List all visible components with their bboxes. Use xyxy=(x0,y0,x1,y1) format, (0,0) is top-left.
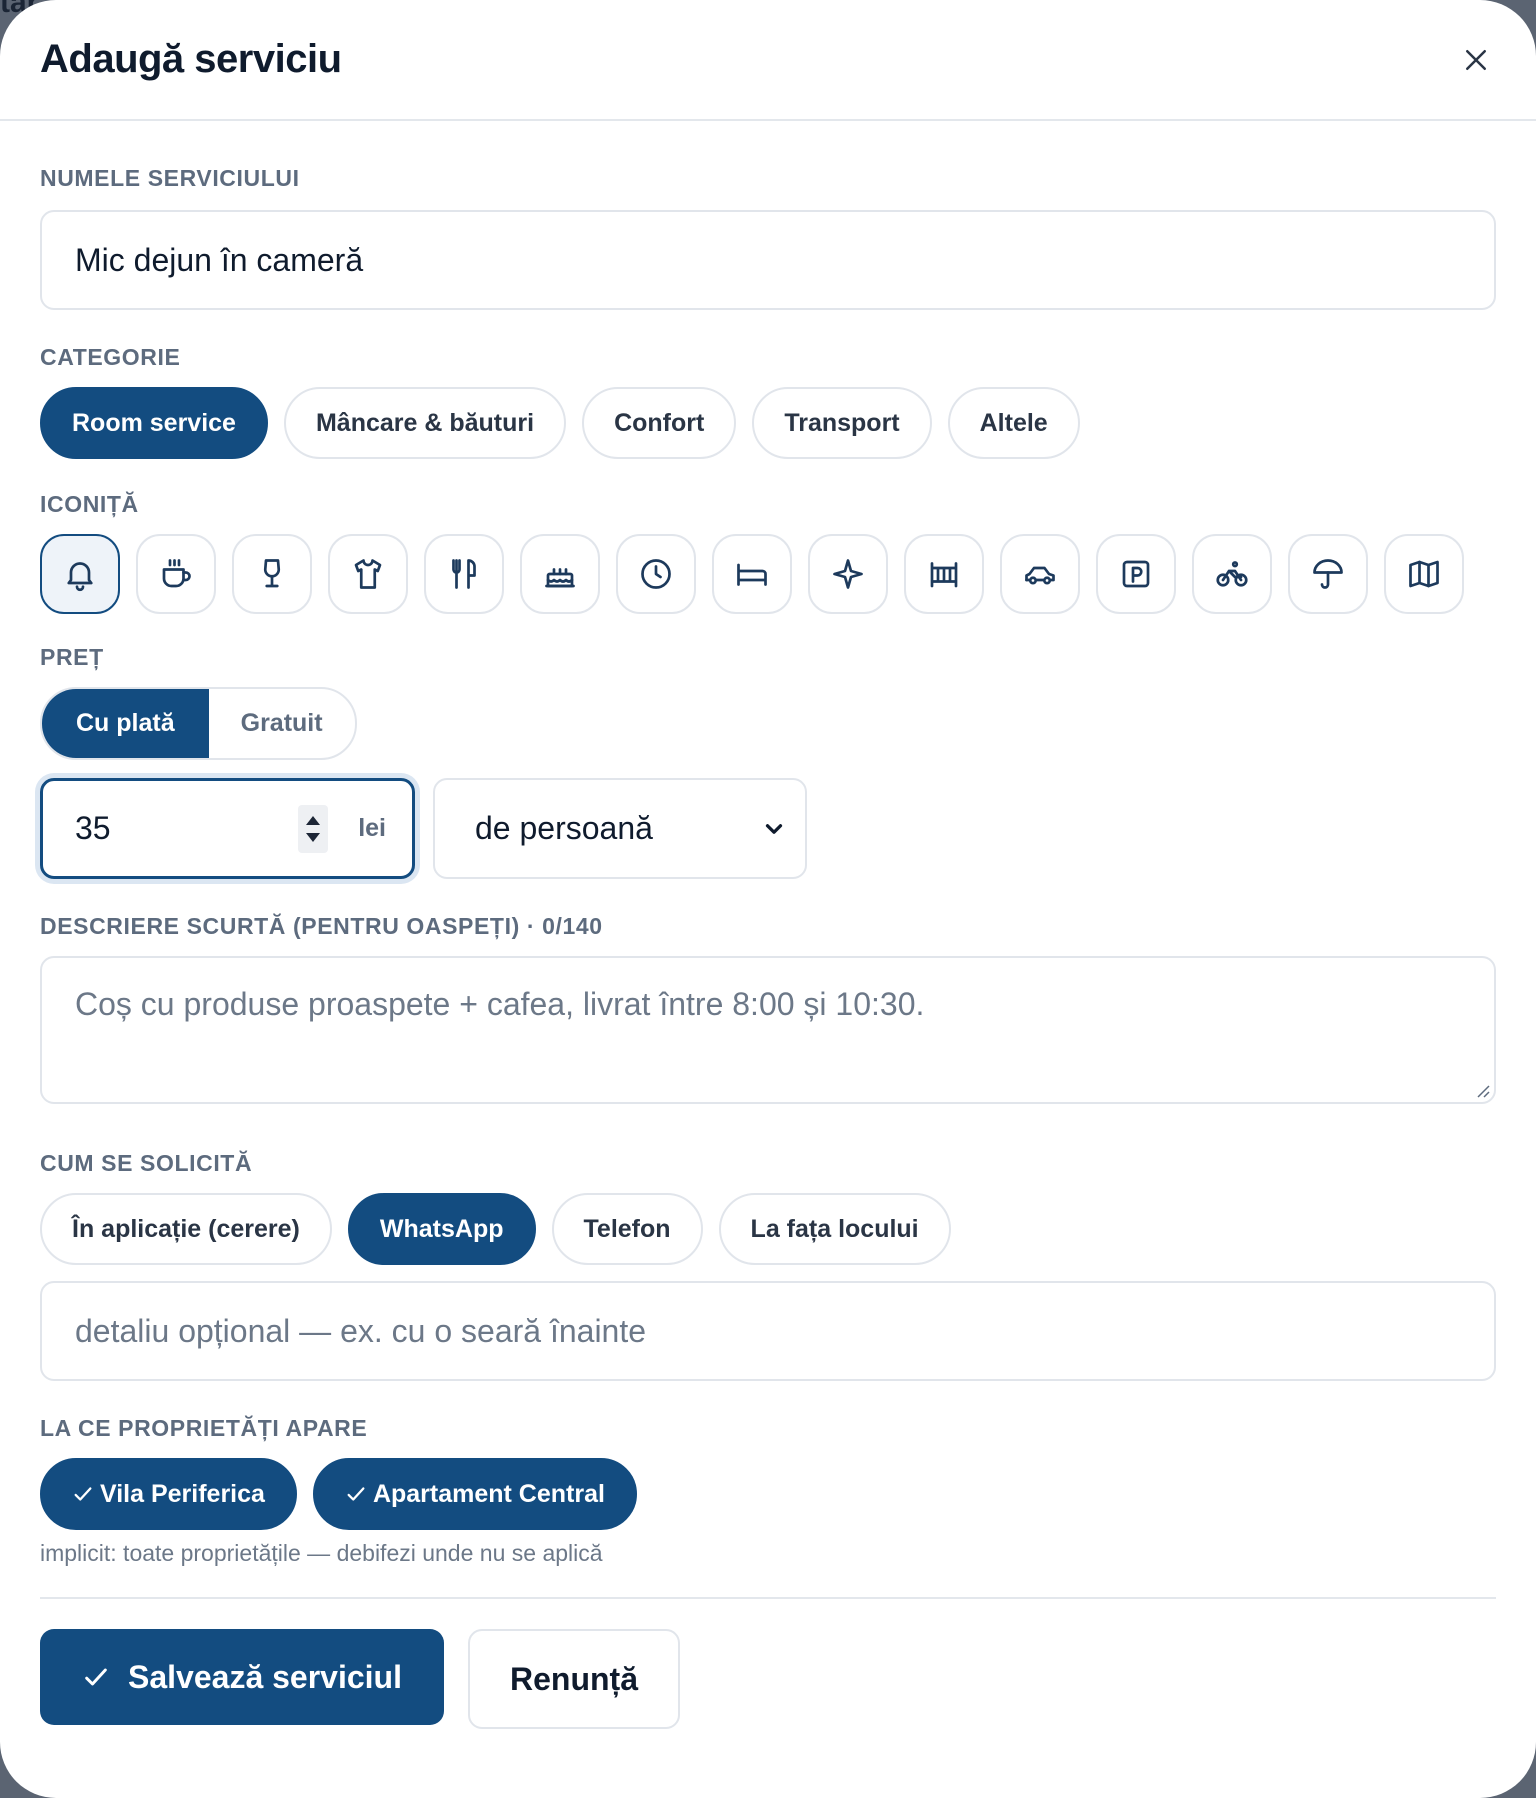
modal-header: Adaugă serviciu xyxy=(0,0,1536,121)
icon-option-bed[interactable] xyxy=(712,534,792,614)
description-placeholder: Coș cu produse proaspete + cafea, livrat… xyxy=(75,986,925,1022)
coffee-icon xyxy=(162,559,191,588)
properties-hint: implicit: toate proprietățile — debifezi… xyxy=(40,1540,603,1566)
bike-icon xyxy=(1216,561,1248,587)
icon-options xyxy=(40,534,1496,614)
icon-option-sparkle[interactable] xyxy=(808,534,888,614)
icon-option-bike[interactable] xyxy=(1192,534,1272,614)
car-icon xyxy=(1025,566,1055,585)
icon-option-map[interactable] xyxy=(1384,534,1464,614)
category-transport[interactable]: Transport xyxy=(752,387,932,459)
price-per-value: de persoană xyxy=(475,810,653,846)
chevron-down-icon xyxy=(765,823,783,834)
request-method-onsite[interactable]: La fața locului xyxy=(718,1193,951,1265)
price-mode-toggle: Cu plată Gratuit xyxy=(40,687,357,760)
modal-actions: Salvează serviciul Renunță xyxy=(40,1629,1496,1729)
icon-option-parking[interactable] xyxy=(1096,534,1176,614)
price-mode-wrapper: Cu plată Gratuit xyxy=(40,687,1496,760)
description-label: DESCRIERE SCURTĂ (PENTRU OASPEȚI) · 0/14… xyxy=(40,913,603,939)
service-name-value: Mic dejun în cameră xyxy=(75,241,364,278)
icon-option-coffee[interactable] xyxy=(136,534,216,614)
sparkle-icon xyxy=(833,559,863,589)
save-button[interactable]: Salvează serviciul xyxy=(40,1629,444,1725)
category-other[interactable]: Altele xyxy=(947,387,1080,459)
category-food-drinks[interactable]: Mâncare & băuturi xyxy=(283,387,567,459)
request-method-label: CUM SE SOLICITĂ xyxy=(40,1150,253,1176)
crib-icon xyxy=(930,562,958,588)
close-button[interactable] xyxy=(1452,36,1500,84)
category-room-service[interactable]: Room service xyxy=(40,387,268,459)
icon-label: ICONIȚĂ xyxy=(40,491,139,517)
umbrella-icon xyxy=(1313,559,1343,589)
property-options: Vila Periferica Apartament Central xyxy=(40,1458,1496,1530)
category-label: CATEGORIE xyxy=(40,344,181,370)
icon-option-clock[interactable] xyxy=(616,534,696,614)
close-icon xyxy=(1466,49,1486,70)
icon-option-car[interactable] xyxy=(1000,534,1080,614)
check-icon xyxy=(347,1487,365,1501)
service-name-label: NUMELE SERVICIULUI xyxy=(40,165,300,191)
wine-glass-icon xyxy=(263,559,281,588)
cake-icon xyxy=(545,568,575,588)
price-stepper[interactable] xyxy=(298,804,329,853)
property-apartament-central[interactable]: Apartament Central xyxy=(312,1458,637,1530)
icon-option-crib[interactable] xyxy=(904,534,984,614)
check-icon xyxy=(85,1668,107,1686)
bell-icon xyxy=(67,562,93,592)
shirt-icon xyxy=(354,559,382,589)
request-method-phone[interactable]: Telefon xyxy=(551,1193,703,1265)
add-service-modal: Adaugă serviciu NUMELE SERVICIULUI Mic d… xyxy=(0,0,1536,1798)
price-mode-paid[interactable]: Cu plată xyxy=(42,689,209,758)
price-amount-input[interactable]: 35 lei xyxy=(40,778,415,879)
request-method-options: În aplicație (cerere) WhatsApp Telefon L… xyxy=(40,1193,1496,1265)
price-mode-free[interactable]: Gratuit xyxy=(209,689,355,758)
icon-option-bell[interactable] xyxy=(40,534,120,614)
category-comfort[interactable]: Confort xyxy=(582,387,737,459)
service-name-input[interactable]: Mic dejun în cameră xyxy=(40,210,1496,310)
utensils-icon xyxy=(452,559,476,589)
icon-option-shirt[interactable] xyxy=(328,534,408,614)
properties-label: LA CE PROPRIETĂȚI APARE xyxy=(40,1415,368,1441)
stepper-down-icon[interactable] xyxy=(306,832,321,842)
property-name: Vila Periferica xyxy=(100,1479,265,1508)
cancel-button[interactable]: Renunță xyxy=(468,1629,680,1729)
price-row: 35 lei de persoană xyxy=(40,778,1496,879)
save-button-label: Salvează serviciul xyxy=(128,1658,402,1695)
category-options: Room service Mâncare & băuturi Confort T… xyxy=(40,387,1496,459)
price-label: PREȚ xyxy=(40,644,104,670)
map-icon xyxy=(1409,560,1439,588)
parking-icon xyxy=(1122,560,1150,588)
modal-title: Adaugă serviciu xyxy=(40,37,342,81)
price-per-select[interactable]: de persoană xyxy=(433,778,807,879)
bed-icon xyxy=(737,563,767,586)
resize-handle-icon[interactable] xyxy=(1474,1082,1490,1098)
check-icon xyxy=(74,1487,92,1501)
price-currency: lei xyxy=(358,814,386,842)
clock-icon xyxy=(641,559,671,589)
request-method-whatsapp[interactable]: WhatsApp xyxy=(347,1193,536,1265)
description-textarea[interactable]: Coș cu produse proaspete + cafea, livrat… xyxy=(40,956,1496,1104)
property-vila-periferica[interactable]: Vila Periferica xyxy=(40,1458,297,1530)
request-method-app[interactable]: În aplicație (cerere) xyxy=(40,1193,332,1265)
footer-divider xyxy=(40,1597,1496,1599)
request-detail-input[interactable]: detaliu opțional — ex. cu o seară înaint… xyxy=(40,1281,1496,1381)
icon-option-umbrella[interactable] xyxy=(1288,534,1368,614)
stepper-up-icon[interactable] xyxy=(306,815,321,825)
property-name: Apartament Central xyxy=(372,1479,605,1508)
icon-option-utensils[interactable] xyxy=(424,534,504,614)
icon-option-cake[interactable] xyxy=(520,534,600,614)
request-detail-placeholder: detaliu opțional — ex. cu o seară înaint… xyxy=(75,1312,647,1349)
icon-option-wine[interactable] xyxy=(232,534,312,614)
price-amount-value: 35 xyxy=(75,810,111,846)
